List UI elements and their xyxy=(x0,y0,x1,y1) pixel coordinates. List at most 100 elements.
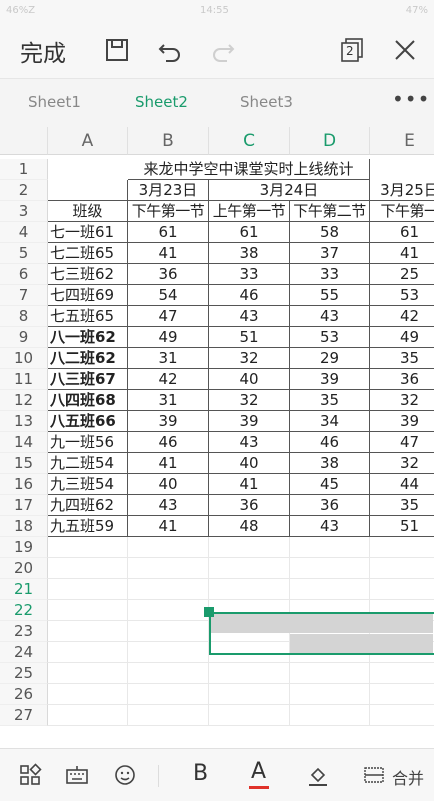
class-name-cell[interactable]: 九四班62 xyxy=(48,495,128,516)
class-name-cell[interactable]: 九五班59 xyxy=(48,516,128,537)
count-cell-e[interactable]: 42 xyxy=(370,306,434,327)
column-header-e[interactable]: E xyxy=(370,127,434,155)
row-header-16[interactable]: 16 xyxy=(0,474,48,495)
undo-icon[interactable] xyxy=(155,35,185,65)
count-cell-e[interactable]: 35 xyxy=(370,495,434,516)
empty-cell[interactable] xyxy=(370,705,434,726)
empty-cell[interactable] xyxy=(290,537,370,558)
empty-cell[interactable] xyxy=(209,537,290,558)
empty-cell[interactable] xyxy=(209,558,290,579)
more-options-icon[interactable]: ••• xyxy=(392,87,430,111)
row-header-15[interactable]: 15 xyxy=(0,453,48,474)
empty-cell[interactable] xyxy=(128,642,209,663)
count-cell-e[interactable]: 61 xyxy=(370,222,434,243)
empty-cell[interactable] xyxy=(48,600,128,621)
column-header-c[interactable]: C xyxy=(209,127,290,155)
row-header-27[interactable]: 27 xyxy=(0,705,48,726)
row-header-8[interactable]: 8 xyxy=(0,306,48,327)
empty-cell[interactable] xyxy=(128,600,209,621)
sheet-title[interactable]: 来龙中学空中课堂实时上线统计 xyxy=(128,159,370,180)
count-cell-e[interactable]: 25 xyxy=(370,264,434,285)
count-cell-c[interactable]: 43 xyxy=(209,306,290,327)
row-header-6[interactable]: 6 xyxy=(0,264,48,285)
empty-cell[interactable] xyxy=(209,579,290,600)
empty-cell[interactable] xyxy=(128,663,209,684)
count-cell-c[interactable]: 61 xyxy=(209,222,290,243)
count-cell-b[interactable]: 54 xyxy=(128,285,209,306)
class-name-cell[interactable]: 八四班68 xyxy=(48,390,128,411)
count-cell-c[interactable]: 33 xyxy=(209,264,290,285)
count-cell-d[interactable]: 33 xyxy=(290,264,370,285)
column-header-a[interactable]: A xyxy=(48,127,128,155)
count-cell-c[interactable]: 38 xyxy=(209,243,290,264)
count-cell-e[interactable]: 35 xyxy=(370,348,434,369)
empty-cell[interactable] xyxy=(290,705,370,726)
count-cell-d[interactable]: 35 xyxy=(290,390,370,411)
period-header-e[interactable]: 下午第一 xyxy=(370,201,434,222)
date-march-24[interactable]: 3月24日 xyxy=(209,180,370,201)
font-color-button[interactable]: A xyxy=(247,759,271,789)
emoji-icon[interactable] xyxy=(113,763,137,787)
count-cell-b[interactable]: 46 xyxy=(128,432,209,453)
class-name-cell[interactable]: 七四班69 xyxy=(48,285,128,306)
count-cell-c[interactable]: 43 xyxy=(209,432,290,453)
empty-cell[interactable] xyxy=(290,663,370,684)
date-march-25[interactable]: 3月25日 xyxy=(370,180,434,201)
empty-cell[interactable] xyxy=(48,642,128,663)
tab-sheet1[interactable]: Sheet1 xyxy=(28,93,81,111)
empty-cell[interactable] xyxy=(290,579,370,600)
row-header-17[interactable]: 17 xyxy=(0,495,48,516)
count-cell-e[interactable]: 32 xyxy=(370,453,434,474)
class-name-cell[interactable]: 九一班56 xyxy=(48,432,128,453)
period-header-b[interactable]: 下午第一节 xyxy=(128,201,209,222)
tools-grid-icon[interactable] xyxy=(18,763,42,787)
count-cell-e[interactable]: 49 xyxy=(370,327,434,348)
count-cell-d[interactable]: 53 xyxy=(290,327,370,348)
done-button[interactable]: 完成 xyxy=(20,34,66,68)
window-switch-button[interactable]: 2 xyxy=(337,35,367,65)
empty-cell[interactable] xyxy=(370,663,434,684)
empty-cell[interactable] xyxy=(48,663,128,684)
class-name-cell[interactable]: 七二班65 xyxy=(48,243,128,264)
count-cell-b[interactable]: 61 xyxy=(128,222,209,243)
empty-cell[interactable] xyxy=(48,684,128,705)
row-header-14[interactable]: 14 xyxy=(0,432,48,453)
empty-cell[interactable] xyxy=(370,579,434,600)
row-header-13[interactable]: 13 xyxy=(0,411,48,432)
merge-cells-icon[interactable] xyxy=(362,763,386,787)
count-cell-e[interactable]: 39 xyxy=(370,411,434,432)
row-header-4[interactable]: 4 xyxy=(0,222,48,243)
class-name-cell[interactable]: 九三班54 xyxy=(48,474,128,495)
class-name-cell[interactable]: 八五班66 xyxy=(48,411,128,432)
spreadsheet-grid[interactable]: A B C D E 1 2 3 4 5 6 7 8 9 10 11 12 13 14 15 16 17 18 19 2… xyxy=(0,127,434,747)
class-name-cell[interactable]: 八二班62 xyxy=(48,348,128,369)
keyboard-icon[interactable] xyxy=(65,763,89,787)
merge-label[interactable]: 合并 xyxy=(392,765,424,789)
empty-cell[interactable] xyxy=(370,558,434,579)
count-cell-d[interactable]: 58 xyxy=(290,222,370,243)
row-header-1[interactable]: 1 xyxy=(0,159,48,180)
fill-color-icon[interactable] xyxy=(306,763,330,787)
count-cell-c[interactable]: 51 xyxy=(209,327,290,348)
row-header-9[interactable]: 9 xyxy=(0,327,48,348)
empty-cell[interactable] xyxy=(48,537,128,558)
count-cell-e[interactable]: 41 xyxy=(370,243,434,264)
class-name-cell[interactable]: 七三班62 xyxy=(48,264,128,285)
count-cell-b[interactable]: 41 xyxy=(128,516,209,537)
row-header-22[interactable]: 22 xyxy=(0,600,48,621)
count-cell-b[interactable]: 42 xyxy=(128,369,209,390)
class-name-cell[interactable]: 七五班65 xyxy=(48,306,128,327)
count-cell-e[interactable]: 44 xyxy=(370,474,434,495)
count-cell-e[interactable]: 36 xyxy=(370,369,434,390)
empty-cell[interactable] xyxy=(48,621,128,642)
empty-cell[interactable] xyxy=(209,663,290,684)
count-cell-d[interactable]: 46 xyxy=(290,432,370,453)
row-header-24[interactable]: 24 xyxy=(0,642,48,663)
empty-cell[interactable] xyxy=(370,684,434,705)
count-cell-d[interactable]: 37 xyxy=(290,243,370,264)
count-cell-b[interactable]: 49 xyxy=(128,327,209,348)
empty-cell[interactable] xyxy=(290,684,370,705)
column-header-d[interactable]: D xyxy=(290,127,370,155)
row-header-19[interactable]: 19 xyxy=(0,537,48,558)
count-cell-d[interactable]: 45 xyxy=(290,474,370,495)
